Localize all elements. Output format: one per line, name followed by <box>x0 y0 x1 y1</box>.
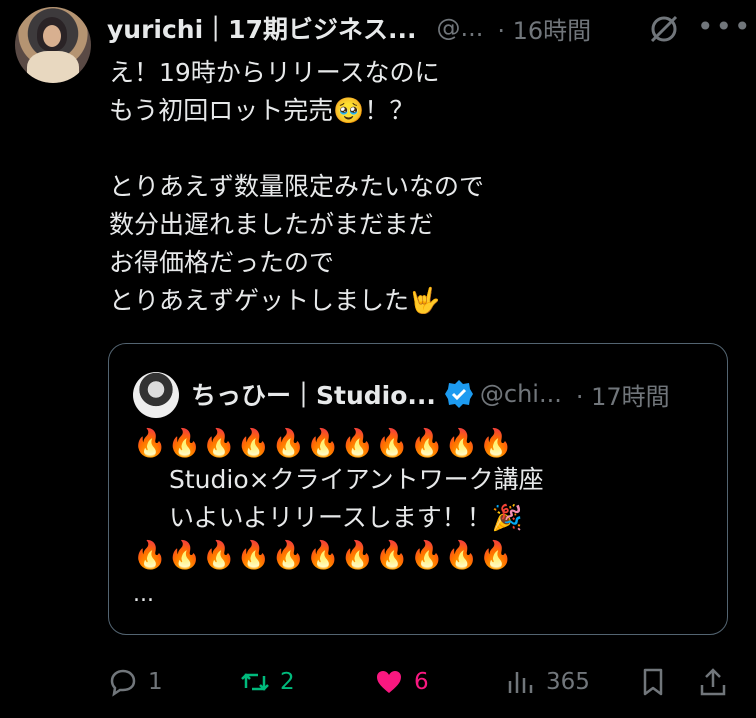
author-name[interactable]: yurichi｜17期ビジネス... <box>107 10 416 46</box>
avatar[interactable] <box>15 7 91 83</box>
repost-count: 2 <box>280 669 295 695</box>
tweet-line: もう初回ロット完売🥹！？ <box>109 96 415 125</box>
like-count: 6 <box>414 669 429 695</box>
more-icon[interactable]: ••• <box>697 12 751 46</box>
quoted-timestamp[interactable]: · 17時間 <box>576 377 670 412</box>
action-bar: 1 2 6 365 <box>108 662 728 702</box>
tweet-header: yurichi｜17期ビジネス... @... · 16時間 ••• <box>107 10 751 46</box>
quoted-line: いよいよリリースします！！🎉 <box>169 503 523 532</box>
quoted-line: Studio×クライアントワーク講座 <box>169 465 544 494</box>
bookmark-button[interactable] <box>638 662 668 702</box>
share-button[interactable] <box>698 662 728 702</box>
author-handle[interactable]: @... <box>436 14 483 42</box>
fire-emoji-row: 🔥🔥🔥🔥🔥🔥🔥🔥🔥🔥🔥 <box>133 428 514 459</box>
quoted-avatar[interactable] <box>133 372 179 418</box>
views-icon <box>508 672 533 693</box>
tweet-text: え！19時からリリースなのに もう初回ロット完売🥹！？ とりあえず数量限定みたい… <box>109 54 729 320</box>
tweet-line: お得価格だったので <box>109 248 335 277</box>
tweet-line: 数分出遅れましたがまだまだ <box>109 210 434 239</box>
quoted-handle[interactable]: @chi... <box>480 380 562 408</box>
repost-button[interactable]: 2 <box>240 662 295 702</box>
reply-count: 1 <box>148 669 163 695</box>
verified-badge-icon <box>444 380 473 408</box>
grok-icon[interactable] <box>647 12 681 46</box>
tweet-line: とりあえずゲットしました🤟 <box>109 286 441 315</box>
quoted-tweet[interactable]: ちっひー｜Studio... @chi... · 17時間 🔥🔥🔥🔥🔥🔥🔥🔥🔥🔥… <box>108 343 728 635</box>
views-count: 365 <box>546 669 590 695</box>
like-button[interactable]: 6 <box>374 662 429 702</box>
fire-emoji-row: 🔥🔥🔥🔥🔥🔥🔥🔥🔥🔥🔥 <box>133 540 514 571</box>
tweet-line: え！19時からリリースなのに <box>109 58 440 87</box>
reply-button[interactable]: 1 <box>108 662 163 702</box>
repost-icon <box>241 673 269 691</box>
quoted-author-name[interactable]: ちっひー｜Studio... <box>191 376 436 412</box>
like-icon <box>377 671 401 693</box>
views-button[interactable]: 365 <box>506 662 590 702</box>
timestamp[interactable]: · 16時間 <box>497 11 591 46</box>
bookmark-icon <box>643 668 663 696</box>
reply-icon <box>110 669 136 697</box>
tweet-line: とりあえず数量限定みたいなので <box>109 172 485 201</box>
quoted-more: ... <box>133 582 154 607</box>
quoted-header: ちっひー｜Studio... @chi... · 17時間 <box>191 374 670 414</box>
share-icon <box>700 668 726 696</box>
